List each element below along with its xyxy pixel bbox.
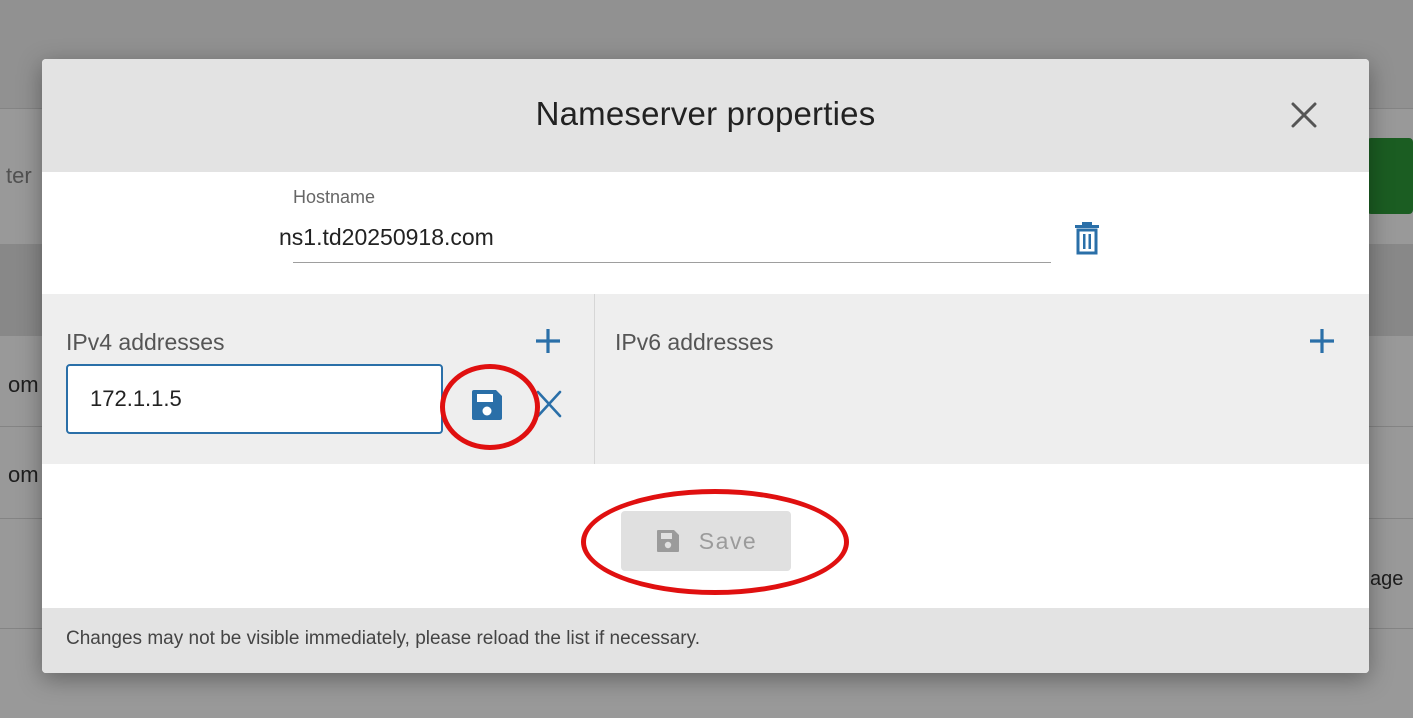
delete-nameserver-button[interactable] xyxy=(1072,221,1102,255)
dialog-footer: Changes may not be visible immediately, … xyxy=(42,608,1369,673)
address-panels: IPv4 addresses IPv6 addresses xyxy=(42,294,1369,464)
annotation-circle xyxy=(581,489,849,595)
ipv4-address-input[interactable] xyxy=(66,364,443,434)
dialog-title: Nameserver properties xyxy=(535,95,876,132)
close-icon xyxy=(1291,102,1317,128)
footer-note: Changes may not be visible immediately, … xyxy=(66,628,700,649)
hostname-field[interactable]: ns1.td20250918.com xyxy=(279,224,494,251)
add-ipv6-button[interactable] xyxy=(1307,326,1337,356)
add-ipv4-button[interactable] xyxy=(533,326,563,356)
plus-icon xyxy=(1310,329,1334,353)
trash-icon xyxy=(1075,222,1099,255)
plus-icon xyxy=(536,329,560,353)
annotation-circle xyxy=(440,364,540,450)
hostname-label: Hostname xyxy=(293,187,376,207)
close-button[interactable] xyxy=(1282,93,1326,137)
hostname-underline xyxy=(293,262,1051,263)
dialog-header: Nameserver properties xyxy=(42,59,1369,172)
ipv4-label: IPv4 addresses xyxy=(66,329,225,355)
ipv6-label: IPv6 addresses xyxy=(615,329,774,355)
panel-divider xyxy=(594,294,595,464)
